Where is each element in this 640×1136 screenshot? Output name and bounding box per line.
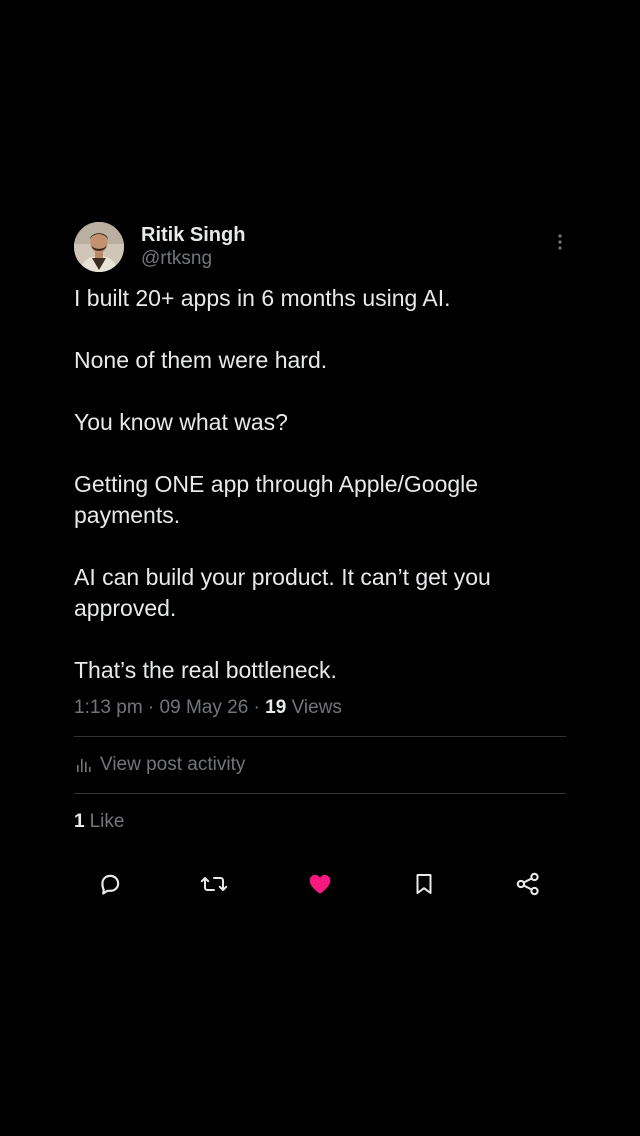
like-label: Like <box>89 811 125 832</box>
view-post-activity-link[interactable]: View post activity <box>74 737 566 793</box>
meta-separator: · <box>248 697 266 718</box>
post-paragraph: That’s the real bottleneck. <box>74 657 337 683</box>
avatar[interactable] <box>74 222 124 272</box>
likes-summary[interactable]: 1 Like <box>74 794 566 850</box>
post-text: I built 20+ apps in 6 months using AI. N… <box>74 283 566 686</box>
analytics-bars-icon <box>77 759 91 772</box>
like-count: 1 <box>74 811 85 832</box>
views-count: 19 <box>265 697 287 718</box>
views-label: Views <box>286 697 342 718</box>
post-time[interactable]: 1:13 pm <box>74 697 143 718</box>
reply-button[interactable] <box>90 864 130 904</box>
heart-icon <box>309 874 331 894</box>
post-paragraph: None of them were hard. <box>74 347 328 373</box>
author-handle[interactable]: @rtksng <box>141 247 245 271</box>
repost-button[interactable] <box>194 864 234 904</box>
author-names: Ritik Singh @rtksng <box>141 223 245 271</box>
like-button[interactable] <box>300 864 340 904</box>
post-paragraph: I built 20+ apps in 6 months using AI. <box>74 285 451 311</box>
post: Ritik Singh @rtksng I built 20+ apps in … <box>74 222 566 896</box>
bookmark-icon <box>416 874 432 894</box>
bookmark-button[interactable] <box>404 864 444 904</box>
view-post-activity-label: View post activity <box>100 754 246 775</box>
post-meta: 1:13 pm · 09 May 26 · 19 Views <box>74 695 566 721</box>
more-vertical-icon <box>558 234 562 250</box>
share-icon <box>516 872 539 896</box>
repost-icon <box>200 877 228 891</box>
post-paragraph: AI can build your product. It can’t get … <box>74 564 491 621</box>
meta-separator: · <box>142 697 160 718</box>
post-paragraph: You know what was? <box>74 409 288 435</box>
more-options-button[interactable] <box>552 230 568 254</box>
post-actions <box>74 864 566 904</box>
post-paragraph: Getting ONE app through Apple/Google pay… <box>74 471 479 528</box>
author-display-name[interactable]: Ritik Singh <box>141 223 245 247</box>
post-date[interactable]: 09 May 26 <box>160 697 249 718</box>
post-header: Ritik Singh @rtksng <box>74 222 566 274</box>
share-button[interactable] <box>508 864 548 904</box>
reply-icon <box>101 874 120 895</box>
avatar-image <box>74 222 124 272</box>
